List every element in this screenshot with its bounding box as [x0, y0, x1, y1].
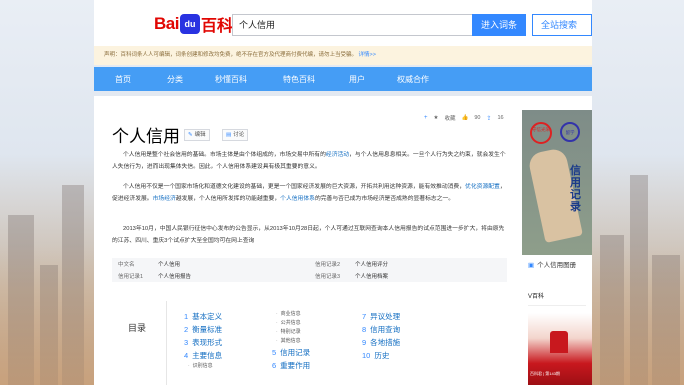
toc-divider — [166, 301, 167, 385]
thumbnail-caption: 百科君 | 第143期 — [530, 371, 560, 376]
toc-item[interactable]: 7 异议处理 — [362, 310, 400, 323]
link-economic-activity[interactable]: 经济活动 — [326, 152, 349, 158]
pencil-icon: ✎ — [188, 132, 193, 138]
toc-column-2: 商业信息 公共信息 特别记录 其他信息 5信用记录 6重要作用 — [272, 310, 310, 372]
toc-item[interactable]: 2 衡量标准 — [184, 323, 222, 336]
toc-item[interactable]: 8 信用查询 — [362, 323, 400, 336]
toc-item[interactable]: 6 重要作用 — [272, 359, 310, 372]
table-of-contents: 目录 1基本定义 2衡量标准 3表现形式 4主要信息 识别信息 商业信息 公共信… — [112, 301, 512, 385]
discuss-button[interactable]: ▤ 讨论 — [222, 129, 249, 141]
article-content: + ★ 收藏 👍 90 ⇪ 16 个人信用 ✎ 编辑 ▤ 讨论 个人信用是整个社会信… — [94, 96, 592, 385]
stamp-illustration — [550, 331, 568, 353]
toc-subitem[interactable]: 特别记录 — [272, 328, 310, 337]
nav-partner[interactable]: 权威合作 — [380, 74, 446, 85]
toc-subitem[interactable]: 识别信息 — [184, 362, 222, 371]
toc-item[interactable]: 1 基本定义 — [184, 310, 222, 323]
toc-subitem[interactable]: 商业信息 — [272, 310, 310, 319]
top-header: Bai du 百科 个人信用 进入词条 全站搜索 — [94, 0, 592, 46]
v-baike-title: V百科 — [528, 294, 545, 300]
link-resource-allocation[interactable]: 优化资源配置 — [465, 184, 500, 190]
share-icon[interactable]: ⇪ — [486, 115, 491, 122]
basic-info-row: 信用记录1 个人信用报告 信用记录3 个人信用档案 — [118, 274, 389, 280]
toc-subitem[interactable]: 公共信息 — [272, 319, 310, 328]
link-credit-system[interactable]: 个人信用体系 — [280, 196, 315, 202]
nav-featured[interactable]: 特色百科 — [264, 74, 334, 85]
article-toolbar: + ★ 收藏 👍 90 ⇪ 16 — [424, 114, 504, 122]
toc-item[interactable]: 9 各地措施 — [362, 336, 400, 349]
disclaimer-notice: 声明：百科词条人人可编辑，词条创建和修改均免费，绝不存在官方及代理商付费代编，请… — [94, 46, 592, 65]
side-album-image[interactable]: 守信光荣 留学 信用记录 — [522, 110, 592, 255]
link-market-economy[interactable]: 市场经济 — [153, 196, 176, 202]
divider — [528, 305, 586, 306]
thumb-up-icon[interactable]: 👍 — [461, 115, 468, 121]
nav-category[interactable]: 分类 — [152, 74, 198, 85]
baidu-baike-logo[interactable]: Bai du 百科 — [154, 11, 233, 37]
toc-item[interactable]: 5 信用记录 — [272, 346, 310, 359]
enter-entry-button[interactable]: 进入词条 — [472, 14, 526, 36]
v-baike-box: V百科 百科君 | 第143期 — [522, 283, 592, 385]
search-input[interactable]: 个人信用 — [232, 14, 472, 36]
paw-icon: du — [179, 14, 200, 34]
nav-miaodong[interactable]: 秒懂百科 — [198, 74, 264, 85]
stamp-honest: 守信光荣 — [530, 122, 552, 144]
like-count: 90 — [474, 115, 481, 121]
vertical-caption: 信用记录 — [570, 165, 581, 213]
notice-details-link[interactable]: 详情>> — [359, 52, 376, 58]
collect-label[interactable]: 收藏 — [444, 114, 455, 122]
toc-column-3: 7 异议处理 8 信用查询 9 各地措施 10 历史 — [362, 310, 400, 362]
notice-text: 声明：百科词条人人可编辑，词条创建和修改均免费，绝不存在官方及代理商付费代编，请… — [104, 52, 358, 58]
nav-home[interactable]: 首页 — [94, 74, 152, 85]
site-search-button[interactable]: 全站搜索 — [532, 14, 592, 36]
toc-title: 目录 — [128, 323, 147, 333]
toc-item[interactable]: 3 表现形式 — [184, 336, 222, 349]
basic-info-row: 中文名 个人信用 信用记录2 个人信用评分 — [118, 262, 389, 268]
share-count: 16 — [497, 115, 504, 121]
paragraph-3: 2013年10月，中国人民银行征信中心发布的公告显示，从2013年10月28日起… — [112, 226, 505, 244]
album-icon: ▣ — [528, 262, 535, 269]
album-caption[interactable]: ▣ 个人信用图册 — [522, 255, 592, 277]
edit-button[interactable]: ✎ 编辑 — [184, 129, 210, 141]
basic-info-table: 中文名 个人信用 信用记录2 个人信用评分 信用记录1 个人信用报告 信用记录3… — [112, 258, 507, 282]
toc-column-1: 1基本定义 2衡量标准 3表现形式 4主要信息 识别信息 — [184, 310, 222, 371]
add-icon[interactable]: + — [424, 115, 428, 121]
toc-subitem[interactable]: 其他信息 — [272, 337, 310, 346]
star-icon[interactable]: ★ — [434, 115, 439, 121]
nav-user[interactable]: 用户 — [334, 74, 380, 85]
toc-item[interactable]: 10 历史 — [362, 349, 400, 362]
comment-icon: ▤ — [226, 132, 232, 138]
paragraph-1: 个人信用是整个社会信用的基础。市场主体是由个体组成的，市场交易中所有的经济活动，… — [112, 152, 506, 170]
paragraph-2: 个人信用不仅是一个国家市场化和道德文化建设的基础，更是一个国家经济发展的巨大资源… — [112, 184, 506, 202]
toc-item[interactable]: 4 主要信息 — [184, 349, 222, 362]
stamp-study-abroad: 留学 — [560, 122, 580, 142]
v-baike-thumbnail[interactable]: 百科君 | 第143期 — [528, 313, 592, 385]
page-title: 个人信用 — [112, 127, 180, 146]
main-nav: 首页 分类 秒懂百科 特色百科 用户 权威合作 — [94, 67, 592, 91]
